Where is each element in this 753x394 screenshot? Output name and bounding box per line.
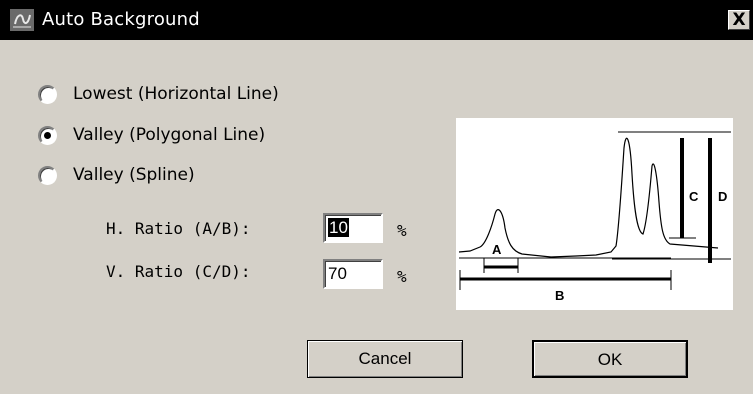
v-ratio-unit: % xyxy=(397,267,407,286)
label-a: A xyxy=(492,242,502,257)
radio-lowest[interactable] xyxy=(38,84,57,104)
label-d: D xyxy=(718,189,727,204)
v-ratio-value: 70 xyxy=(328,264,347,283)
option-valley-polygonal[interactable]: Valley (Polygonal Line) xyxy=(38,125,265,145)
option-valley-spline-label: Valley (Spline) xyxy=(73,165,195,185)
app-icon xyxy=(10,9,34,31)
ok-button[interactable]: OK xyxy=(532,340,688,378)
label-b: B xyxy=(555,288,564,303)
option-valley-polygonal-label: Valley (Polygonal Line) xyxy=(73,125,266,145)
v-ratio-input[interactable]: 70 xyxy=(323,259,383,289)
label-c: C xyxy=(689,189,699,204)
radio-valley-spline[interactable] xyxy=(38,165,57,185)
option-lowest-label: Lowest (Horizontal Line) xyxy=(73,84,279,104)
h-ratio-input[interactable]: 10 xyxy=(323,213,383,243)
close-button[interactable]: X xyxy=(728,10,750,30)
title-bar[interactable]: Auto Background X xyxy=(0,0,753,40)
h-ratio-label: H. Ratio (A/B): xyxy=(106,219,251,238)
auto-background-dialog: Auto Background X Lowest (Horizontal Lin… xyxy=(0,0,753,394)
radio-valley-polygonal[interactable] xyxy=(38,125,57,145)
v-ratio-label: V. Ratio (C/D): xyxy=(106,262,251,281)
cancel-button[interactable]: Cancel xyxy=(307,340,463,378)
background-ratio-diagram: C D A B xyxy=(456,118,733,310)
spectrum-curve xyxy=(458,137,719,258)
dialog-title: Auto Background xyxy=(42,9,200,30)
option-valley-spline[interactable]: Valley (Spline) xyxy=(38,165,195,185)
h-ratio-unit: % xyxy=(397,221,407,240)
h-ratio-value: 10 xyxy=(328,218,349,237)
option-lowest[interactable]: Lowest (Horizontal Line) xyxy=(38,84,279,104)
